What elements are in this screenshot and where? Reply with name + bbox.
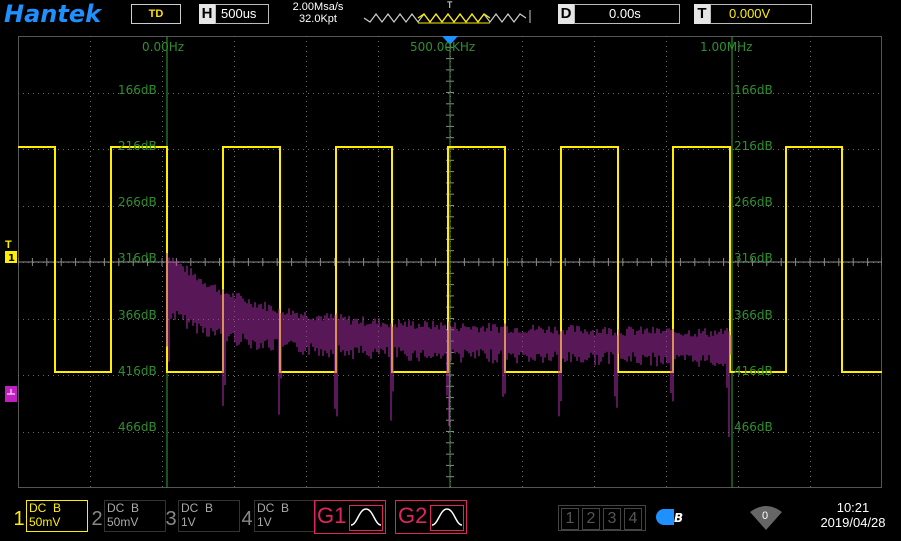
channel-3-coupling: DC B [181, 501, 214, 515]
svg-text:B: B [674, 511, 683, 525]
clock-time: 10:21 [836, 500, 870, 515]
bus-slot-3[interactable]: 3 [603, 508, 621, 530]
delay-label: D [558, 4, 574, 24]
db-label-left: 266dB [118, 195, 157, 209]
freq-label-start: 0.00Hz [142, 40, 185, 54]
trigger-level-letter: T [5, 239, 12, 251]
memory-depth: 32.0Kpt [299, 13, 337, 25]
freq-label-end: 1.00MHz [700, 40, 753, 54]
mode-badge[interactable]: TD [131, 4, 181, 24]
fft-reference-marker[interactable] [5, 386, 17, 405]
horizontal-label: H [199, 4, 215, 24]
channel-2-coupling: DC B [107, 501, 140, 515]
clock-date: 2019/04/28 [820, 515, 886, 530]
wifi-status: 0 [748, 504, 784, 532]
db-label-right: 266dB [734, 195, 773, 209]
channel-1-number: 1 [13, 508, 25, 530]
usb-icon: B [656, 509, 683, 525]
channel-4-settings: DC B 1V [254, 500, 316, 532]
db-label-right: 466dB [734, 420, 773, 434]
db-label-left: 166dB [118, 83, 157, 97]
acquisition-info: 2.00Msa/s 32.0Kpt [286, 1, 350, 25]
db-label-right: 416dB [734, 364, 773, 378]
math-g2-label: G2 [398, 503, 428, 528]
freq-label-center: 500.00KHz [410, 40, 476, 54]
channel-1-ground-icon: 1 [5, 251, 17, 264]
trigger-level-value[interactable]: 0.000V [710, 4, 812, 24]
top-status-bar: Hantek TD H 500us 2.00Msa/s 32.0Kpt T D … [0, 0, 901, 30]
channel-4-number: 4 [241, 508, 253, 530]
channel-1-scale: 50mV [29, 515, 61, 529]
delay-value[interactable]: 0.00s [574, 4, 680, 24]
channel-1-settings: DC B 50mV [26, 500, 88, 532]
clock: 10:21 2019/04/28 [808, 500, 898, 530]
db-label-right: 166dB [734, 83, 773, 97]
brand-logo: Hantek [4, 0, 102, 28]
waveform-overview[interactable] [362, 6, 532, 26]
db-label-right: 216dB [734, 139, 773, 153]
channel-2-number: 2 [91, 508, 103, 530]
math-g1-button[interactable]: G1 [314, 500, 386, 534]
channel-3-number: 3 [165, 508, 177, 530]
channel-1-coupling: DC B [29, 501, 62, 515]
db-label-left: 366dB [118, 308, 157, 322]
channel-3-scale: 1V [181, 515, 196, 529]
svg-text:1: 1 [8, 253, 15, 263]
bus-slot-2[interactable]: 2 [582, 508, 600, 530]
db-label-right: 366dB [734, 308, 773, 322]
trigger-level-label: T [694, 4, 710, 24]
sine-wave-icon [349, 505, 383, 531]
bus-slot-1[interactable]: 1 [561, 508, 579, 530]
channel-2-settings: DC B 50mV [104, 500, 166, 532]
sine-wave-icon [430, 505, 464, 531]
timebase-value[interactable]: 500us [215, 4, 269, 24]
math-g1-label: G1 [317, 503, 347, 528]
db-label-left: 216dB [118, 139, 157, 153]
channel-3-settings: DC B 1V [178, 500, 240, 532]
sample-rate: 2.00Msa/s [292, 1, 344, 13]
bus-slot-4[interactable]: 4 [624, 508, 642, 530]
channel-2-scale: 50mV [107, 515, 139, 529]
wifi-count: 0 [762, 510, 769, 522]
channel-4-scale: 1V [257, 515, 272, 529]
bus-slots[interactable]: 1 2 3 4 [558, 505, 646, 531]
db-label-right: 316dB [734, 251, 773, 265]
fft-ground-icon [5, 386, 17, 402]
db-label-left: 416dB [118, 364, 157, 378]
db-label-left: 316dB [118, 251, 157, 265]
trigger-level-marker[interactable]: T 1 [5, 240, 17, 266]
channel-4-coupling: DC B [257, 501, 290, 515]
math-g2-button[interactable]: G2 [395, 500, 467, 534]
db-label-left: 466dB [118, 420, 157, 434]
waveform-display[interactable]: 0.00Hz 500.00KHz 1.00MHz 166dB 216dB 266… [18, 36, 882, 488]
